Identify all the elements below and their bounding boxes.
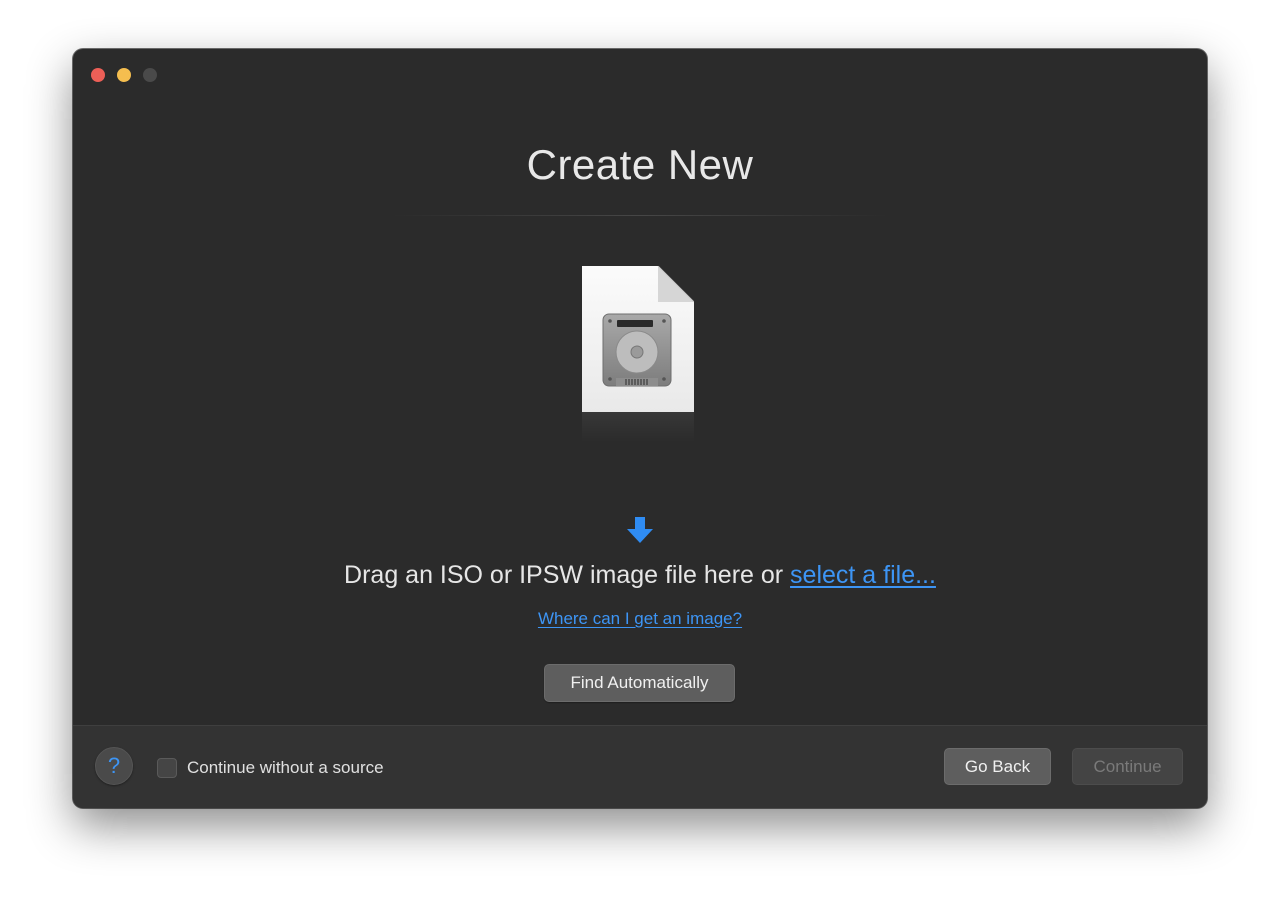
- title-divider: [390, 215, 890, 216]
- help-button[interactable]: ?: [95, 747, 133, 785]
- continue-without-source-checkbox[interactable]: [157, 758, 177, 778]
- continue-without-source-label[interactable]: Continue without a source: [187, 758, 384, 778]
- create-new-window: Create New Drag an ISO or IPSW image fil…: [73, 49, 1207, 808]
- go-back-button[interactable]: Go Back: [944, 748, 1051, 785]
- arrow-down-icon: [627, 517, 653, 543]
- window-controls: [91, 68, 157, 82]
- drag-text: Drag an ISO or IPSW image file here or: [344, 561, 784, 589]
- close-window-button[interactable]: [91, 68, 105, 82]
- select-file-link[interactable]: select a file...: [790, 561, 936, 589]
- minimize-window-button[interactable]: [117, 68, 131, 82]
- zoom-window-button: [143, 68, 157, 82]
- footer-bar: ? Continue without a source Go Back Cont…: [73, 725, 1207, 808]
- find-automatically-button[interactable]: Find Automatically: [544, 664, 735, 702]
- disk-image-document-icon[interactable]: [582, 266, 694, 412]
- drag-instruction: Drag an ISO or IPSW image file here or s…: [73, 561, 1207, 590]
- continue-button: Continue: [1072, 748, 1183, 785]
- where-image-link[interactable]: Where can I get an image?: [538, 609, 742, 628]
- where-image-link-row: Where can I get an image?: [73, 609, 1207, 629]
- icon-reflection: [582, 412, 694, 442]
- page-title: Create New: [526, 141, 754, 188]
